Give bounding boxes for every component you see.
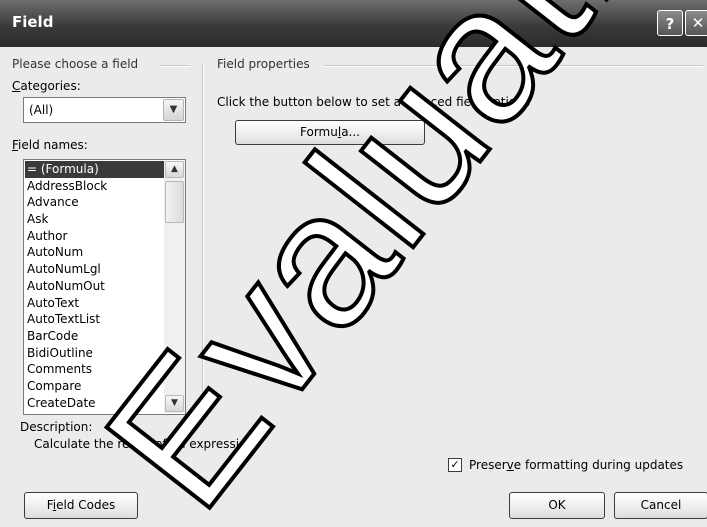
field-properties-group-label: Field properties bbox=[217, 57, 310, 71]
list-item[interactable]: CreateDate bbox=[25, 395, 165, 412]
list-item[interactable]: AutoNum bbox=[25, 244, 165, 261]
preserve-formatting-checkbox[interactable]: ✓ bbox=[448, 458, 462, 472]
checkmark-icon: ✓ bbox=[450, 458, 460, 471]
categories-label: Categories: bbox=[12, 79, 81, 93]
list-item[interactable]: BidiOutline bbox=[25, 345, 165, 362]
field-names-items: = (Formula) AddressBlock Advance Ask Author A… bbox=[25, 161, 165, 411]
field-options-instruction: Click the button below to set advanced f… bbox=[217, 95, 530, 109]
right-group-divider bbox=[323, 65, 703, 67]
list-item[interactable]: AddressBlock bbox=[25, 178, 165, 195]
description-label: Description: bbox=[20, 420, 93, 434]
field-dialog: Field ? ✕ Please choose a field Categori… bbox=[0, 0, 707, 527]
scrollbar-thumb[interactable] bbox=[165, 181, 184, 223]
list-item[interactable]: BarCode bbox=[25, 328, 165, 345]
list-item[interactable]: Comments bbox=[25, 361, 165, 378]
formula-button[interactable]: Formula... bbox=[235, 120, 425, 145]
list-item[interactable]: AutoText bbox=[25, 295, 165, 312]
list-item[interactable]: Ask bbox=[25, 211, 165, 228]
help-button[interactable]: ? bbox=[657, 10, 683, 36]
dialog-title: Field bbox=[12, 13, 54, 31]
field-list-scrollbar[interactable]: ▲ ▼ bbox=[164, 161, 185, 413]
list-item[interactable]: = (Formula) bbox=[25, 161, 165, 178]
field-codes-button[interactable]: Field Codes bbox=[24, 492, 138, 519]
cancel-button[interactable]: Cancel bbox=[614, 492, 707, 519]
list-item[interactable]: AutoTextList bbox=[25, 311, 165, 328]
panel-divider bbox=[202, 64, 204, 422]
scroll-down-icon[interactable]: ▼ bbox=[165, 395, 184, 412]
title-bar[interactable]: Field ? ✕ bbox=[0, 0, 707, 47]
categories-select[interactable]: (All) ▼ bbox=[23, 97, 186, 123]
description-text: Calculate the result of an expression bbox=[34, 437, 255, 451]
ok-button[interactable]: OK bbox=[509, 492, 605, 519]
list-item[interactable]: Author bbox=[25, 228, 165, 245]
preserve-formatting-label[interactable]: Preserve formatting during updates bbox=[469, 458, 683, 472]
close-button[interactable]: ✕ bbox=[685, 10, 707, 36]
categories-value: (All) bbox=[29, 103, 54, 117]
list-item[interactable]: AutoNumLgl bbox=[25, 261, 165, 278]
list-item[interactable]: AutoNumOut bbox=[25, 278, 165, 295]
list-item[interactable]: Compare bbox=[25, 378, 165, 395]
choose-field-group-label: Please choose a field bbox=[12, 57, 139, 71]
field-names-listbox[interactable]: = (Formula) AddressBlock Advance Ask Author A… bbox=[23, 159, 186, 415]
chevron-down-icon[interactable]: ▼ bbox=[163, 99, 184, 121]
field-names-label: Field names: bbox=[12, 138, 88, 152]
list-item[interactable]: Advance bbox=[25, 194, 165, 211]
left-group-divider bbox=[160, 65, 190, 67]
scroll-up-icon[interactable]: ▲ bbox=[165, 161, 184, 178]
